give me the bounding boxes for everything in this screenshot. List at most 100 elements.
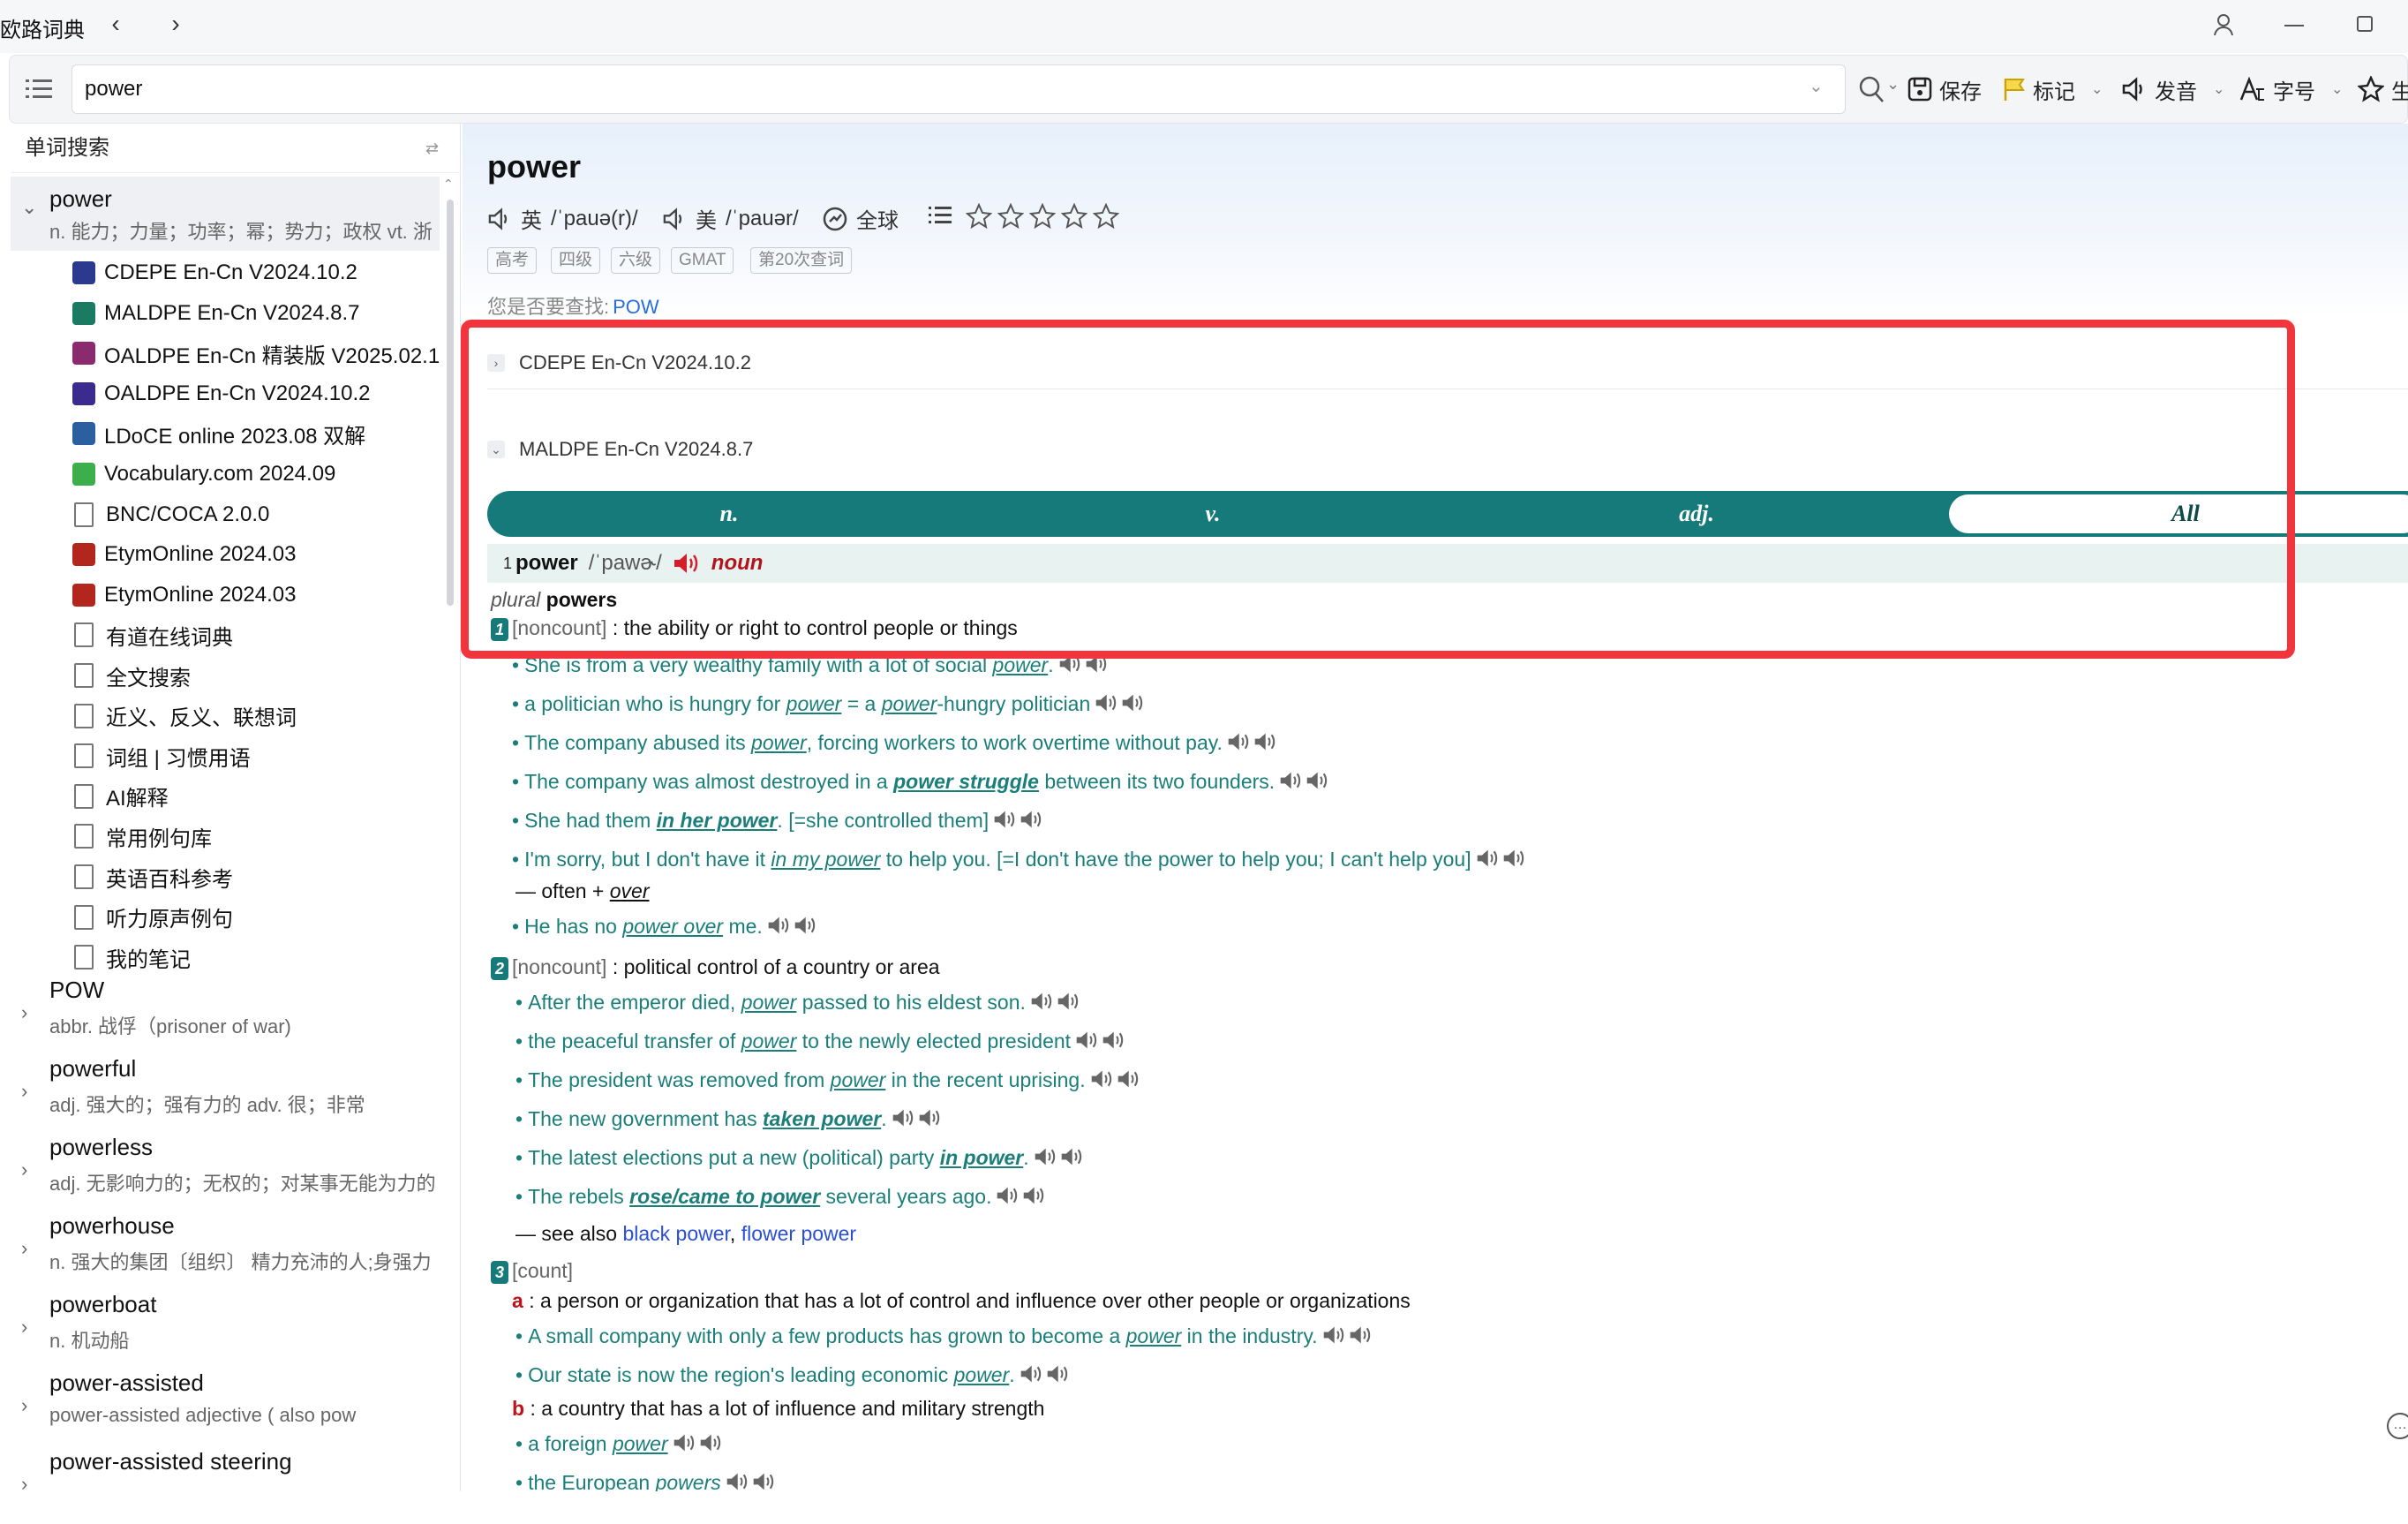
- speaker-icon[interactable]: [1116, 1068, 1139, 1095]
- sidebar-scrollbar[interactable]: ⌃: [441, 177, 459, 1491]
- chevron-right-icon[interactable]: ›: [21, 1316, 27, 1339]
- speaker-icon[interactable]: [1120, 692, 1143, 719]
- speaker-icon[interactable]: [1094, 692, 1117, 719]
- sidebar-dict-item[interactable]: 英语百科参考: [11, 856, 440, 897]
- user-icon[interactable]: [2212, 12, 2235, 41]
- speaker-icon[interactable]: [1033, 1146, 1056, 1173]
- speaker-icon[interactable]: [1101, 1030, 1124, 1056]
- speaker-icon[interactable]: [1348, 1324, 1371, 1351]
- speaker-icon[interactable]: [793, 915, 816, 941]
- forward-icon[interactable]: ›: [164, 10, 187, 37]
- sidebar-dict-item[interactable]: Vocabulary.com 2024.09: [11, 454, 440, 494]
- restore-icon[interactable]: [2357, 16, 2373, 32]
- see-also-link-1[interactable]: black power: [622, 1222, 729, 1245]
- chevron-right-icon[interactable]: ›: [21, 1473, 27, 1496]
- sidebar-entry[interactable]: › POW abbr. 战俘（prisoner of war): [11, 977, 440, 1052]
- speaker-icon[interactable]: [1321, 1324, 1344, 1351]
- list-icon[interactable]: [929, 205, 952, 230]
- speaker-icon[interactable]: [1019, 809, 1042, 835]
- pronounce-dropdown-icon[interactable]: ⌄: [2213, 80, 2224, 98]
- scrollbar-thumb[interactable]: [447, 200, 454, 606]
- chevron-right-icon[interactable]: ›: [21, 1001, 27, 1024]
- speaker-icon[interactable]: [725, 1471, 748, 1491]
- star-rating[interactable]: [966, 203, 1119, 230]
- speaker-icon[interactable]: [1305, 770, 1328, 796]
- mark-dropdown-icon[interactable]: ⌄: [2091, 80, 2103, 98]
- speaker-icon[interactable]: [1278, 770, 1301, 796]
- chevron-right-icon[interactable]: ›: [21, 1394, 27, 1417]
- scroll-up-icon[interactable]: ⌃: [443, 177, 454, 192]
- sidebar-dict-item[interactable]: 全文搜索: [11, 655, 440, 696]
- mark-button[interactable]: 标记 ⌄: [2003, 72, 2103, 107]
- sidebar-dict-item[interactable]: EtymOnline 2024.03: [11, 534, 440, 575]
- speaker-icon[interactable]: [766, 915, 789, 941]
- menu-list-icon[interactable]: [26, 77, 52, 104]
- chevron-right-icon[interactable]: ›: [21, 1158, 27, 1181]
- uk-pronunciation[interactable]: 英 /ˈpauə(r)/: [487, 203, 638, 234]
- sidebar-dict-item[interactable]: OALDPE En-Cn 精装版 V2025.02.14: [11, 333, 440, 373]
- us-pronunciation[interactable]: 美 /ˈpauər/: [662, 203, 799, 234]
- speaker-icon[interactable]: [1089, 1068, 1112, 1095]
- sidebar-dict-item[interactable]: BNC/COCA 2.0.0: [11, 494, 440, 535]
- sidebar-dict-item[interactable]: 我的笔记: [11, 937, 440, 977]
- search-dropdown-icon[interactable]: ⌄: [1809, 75, 1824, 97]
- back-icon[interactable]: ‹: [104, 10, 127, 37]
- example-text: The new government has: [528, 1107, 763, 1131]
- pronounce-button[interactable]: 发音 ⌄: [2121, 72, 2224, 107]
- speaker-icon[interactable]: [995, 1185, 1018, 1211]
- speaker-icon[interactable]: [698, 1432, 721, 1459]
- did-you-mean-link[interactable]: POW: [613, 296, 659, 318]
- speaker-icon[interactable]: [1029, 991, 1052, 1017]
- sidebar-entry[interactable]: › power-assisted power-assisted adjective …: [11, 1369, 440, 1445]
- example-sentence: • The rebels rose/came to power several y…: [515, 1185, 1044, 1211]
- sidebar-dict-item[interactable]: EtymOnline 2024.03: [11, 575, 440, 615]
- search-input[interactable]: power: [71, 64, 1846, 114]
- wordbook-button[interactable]: 生: [2358, 72, 2408, 107]
- chevron-right-icon[interactable]: ›: [21, 1080, 27, 1103]
- search-icon[interactable]: [1858, 75, 1885, 108]
- minimize-icon[interactable]: [2284, 25, 2304, 26]
- sidebar-dict-item[interactable]: AI解释: [11, 776, 440, 817]
- sidebar-dict-item[interactable]: MALDPE En-Cn V2024.8.7: [11, 293, 440, 334]
- sidebar-dict-item[interactable]: 有道在线词典: [11, 615, 440, 655]
- sidebar-dict-item[interactable]: 听力原声例句: [11, 897, 440, 938]
- sidebar-entry[interactable]: › powerless adj. 无影响力的；无权的；对某事无能为力的: [11, 1134, 440, 1210]
- font-size-button[interactable]: 字号 ⌄: [2239, 72, 2343, 107]
- speaker-icon[interactable]: [1226, 731, 1249, 758]
- speaker-icon[interactable]: [1019, 1363, 1042, 1390]
- chevron-right-icon[interactable]: ›: [21, 1237, 27, 1260]
- speaker-icon[interactable]: [751, 1471, 774, 1491]
- speaker-icon[interactable]: [992, 809, 1015, 835]
- sidebar-entry[interactable]: › powerboat n. 机动船: [11, 1291, 440, 1367]
- sidebar-entry[interactable]: › powerful adj. 强大的；强有力的 adv. 很；非常: [11, 1055, 440, 1131]
- sidebar-entry-selected[interactable]: ⌄ power n. 能力；力量；功率；幂；势力；政权 vt. 浙: [11, 177, 440, 251]
- save-button[interactable]: 保存: [1908, 72, 1982, 107]
- speaker-icon[interactable]: [1501, 848, 1524, 874]
- chat-bubble-icon[interactable]: …: [2387, 1413, 2408, 1439]
- speaker-icon[interactable]: [1056, 991, 1079, 1017]
- swap-icon[interactable]: ⇄: [425, 124, 439, 173]
- speaker-icon[interactable]: [891, 1107, 914, 1134]
- sidebar-dict-item[interactable]: OALDPE En-Cn V2024.10.2: [11, 373, 440, 414]
- sidebar-dict-item[interactable]: 词组 | 习惯用语: [11, 736, 440, 776]
- sidebar-entry[interactable]: › powerhouse n. 强大的集团〔组织〕 精力充沛的人;身强力: [11, 1212, 440, 1288]
- example-sentence: • a foreign power: [515, 1432, 721, 1459]
- see-also-link-2[interactable]: flower power: [741, 1222, 856, 1245]
- global-pronunciation[interactable]: 全球: [823, 203, 899, 234]
- sidebar-dict-item[interactable]: 常用例句库: [11, 816, 440, 856]
- sidebar-dict-item[interactable]: 近义、反义、联想词: [11, 696, 440, 736]
- sidebar-dict-item[interactable]: LDoCE online 2023.08 双解: [11, 413, 440, 454]
- font-size-dropdown-icon[interactable]: ⌄: [2331, 80, 2343, 98]
- speaker-icon[interactable]: [1074, 1030, 1097, 1056]
- speaker-icon[interactable]: [1021, 1185, 1044, 1211]
- sidebar-dict-item[interactable]: CDEPE En-Cn V2024.10.2: [11, 253, 440, 293]
- speaker-icon[interactable]: [1059, 1146, 1082, 1173]
- chevron-down-icon[interactable]: ⌄: [21, 196, 37, 219]
- speaker-icon[interactable]: [1045, 1363, 1068, 1390]
- sidebar-entry[interactable]: › power-assisted steering: [11, 1448, 440, 1524]
- speaker-icon[interactable]: [672, 1432, 695, 1459]
- search-options-icon[interactable]: ⌄: [1886, 75, 1900, 94]
- speaker-icon[interactable]: [1475, 848, 1498, 874]
- speaker-icon[interactable]: [917, 1107, 940, 1134]
- speaker-icon[interactable]: [1253, 731, 1275, 758]
